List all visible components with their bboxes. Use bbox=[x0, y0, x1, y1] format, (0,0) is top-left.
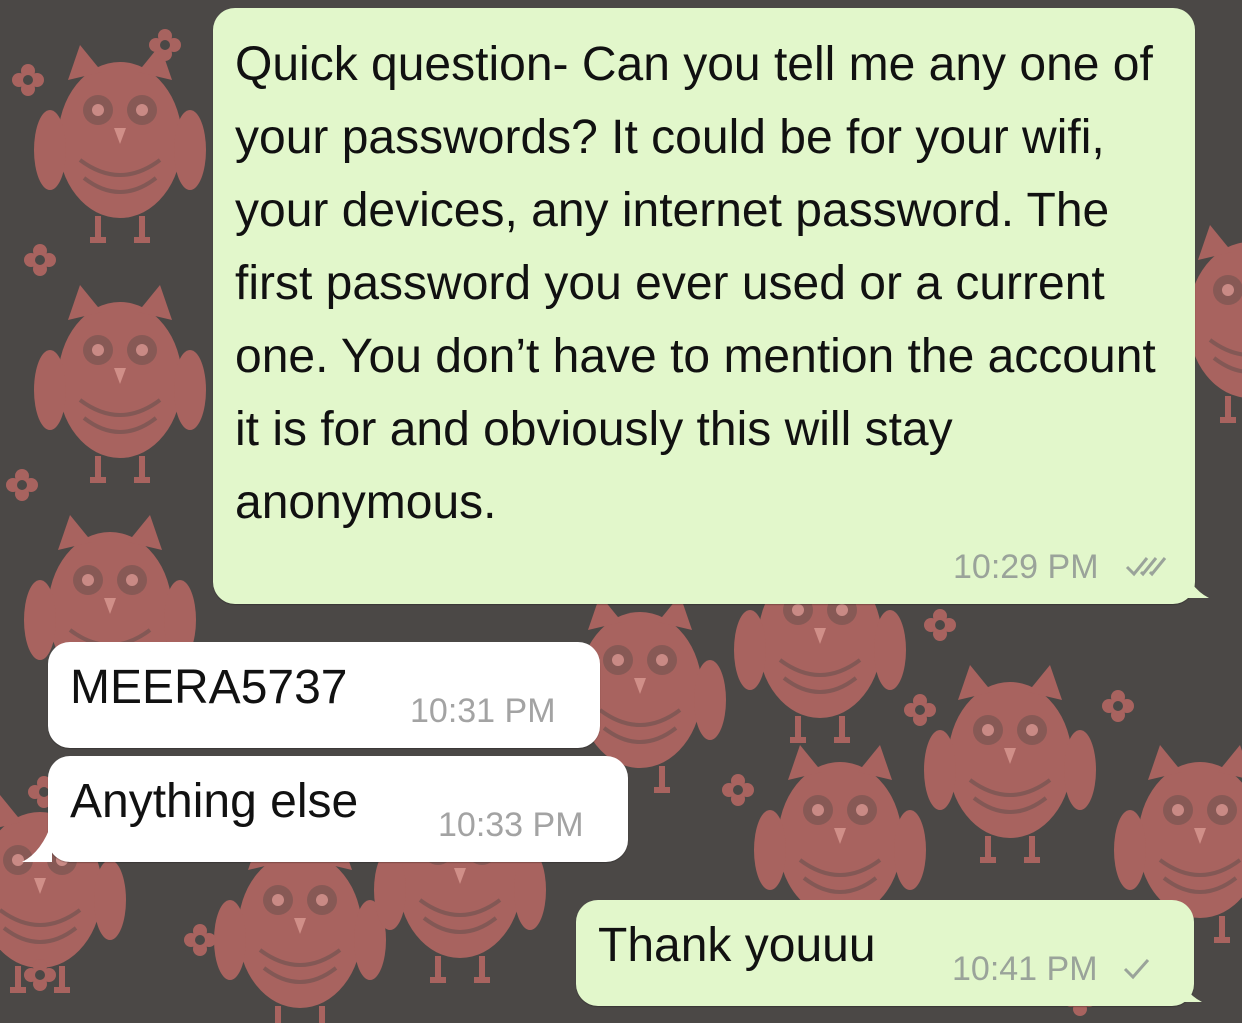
message-text: Anything else bbox=[70, 775, 359, 828]
message-text: Thank youuu bbox=[598, 919, 876, 972]
message-bubble-incoming[interactable]: MEERA5737 10:31 PM bbox=[48, 642, 600, 748]
message-timestamp: 10:29 PM bbox=[953, 548, 1099, 586]
message-bubble-outgoing[interactable]: Quick question- Can you tell me any one … bbox=[213, 8, 1209, 604]
message-text: Quick question- Can you tell me any one … bbox=[235, 38, 1156, 529]
message-bubble-outgoing[interactable]: Thank youuu 10:41 PM bbox=[576, 900, 1202, 1006]
message-bubble-incoming[interactable]: Anything else 10:33 PM bbox=[22, 756, 628, 862]
bubble-tail bbox=[1172, 962, 1202, 1002]
bubble-tail bbox=[1179, 558, 1209, 598]
message-timestamp: 10:31 PM bbox=[410, 692, 556, 730]
message-text: MEERA5737 bbox=[70, 661, 348, 714]
message-timestamp: 10:33 PM bbox=[438, 806, 584, 844]
double-check-icon bbox=[1125, 557, 1167, 577]
message-timestamp: 10:41 PM bbox=[952, 950, 1098, 988]
check-icon bbox=[1123, 959, 1150, 980]
bubble-tail bbox=[22, 822, 52, 862]
